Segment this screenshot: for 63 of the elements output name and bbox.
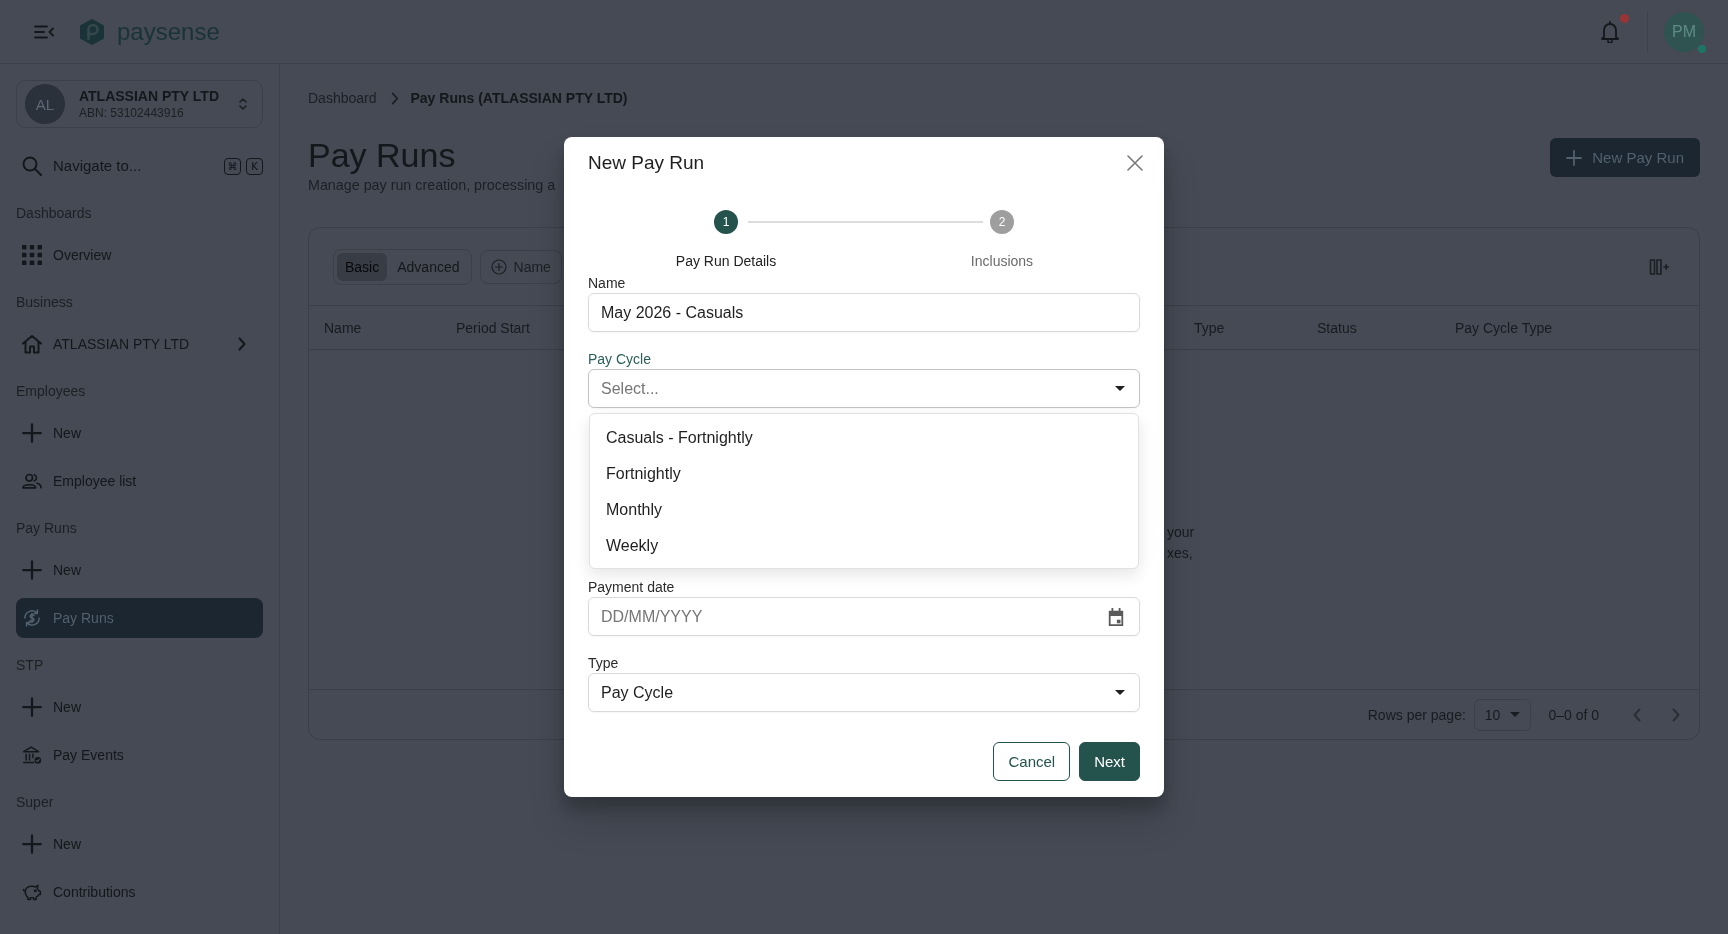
select-field[interactable]: Select... bbox=[588, 369, 1140, 408]
plus-icon bbox=[22, 560, 42, 580]
menu-option[interactable]: Monthly bbox=[590, 492, 1138, 528]
field-label: Payment date bbox=[588, 578, 676, 596]
nav-item[interactable]: Overview bbox=[16, 235, 263, 275]
nav-item[interactable]: Pay Runs bbox=[16, 598, 263, 638]
nav-item[interactable]: New bbox=[16, 550, 263, 590]
step-label: Inclusions bbox=[970, 252, 1034, 270]
nav-item[interactable]: Contributions bbox=[16, 872, 263, 912]
grid-icon bbox=[22, 245, 42, 265]
plus-circle-icon bbox=[490, 258, 507, 275]
date-field[interactable]: DD/MM/YYYY bbox=[588, 597, 1140, 636]
view-tab[interactable]: Basic bbox=[337, 252, 388, 281]
bank-icon bbox=[22, 745, 42, 765]
select-field[interactable]: Pay Cycle bbox=[588, 673, 1140, 712]
nav-item[interactable]: New bbox=[16, 824, 263, 864]
cancel-button[interactable]: Cancel bbox=[993, 742, 1071, 781]
unfold-icon bbox=[238, 96, 248, 112]
nav-item[interactable]: Employee list bbox=[16, 461, 263, 501]
nav-item[interactable]: ATLASSIAN PTY LTD bbox=[16, 324, 263, 364]
nav-item[interactable]: New bbox=[16, 413, 263, 453]
piggy-bank-icon bbox=[22, 882, 42, 902]
menu-option[interactable]: Casuals - Fortnightly bbox=[590, 420, 1138, 456]
company-name: ATLASSIAN PTY LTD bbox=[79, 87, 220, 105]
new-pay-run-button[interactable]: New Pay Run bbox=[1550, 138, 1700, 177]
step-number: 1 bbox=[714, 210, 738, 234]
next-button[interactable]: Next bbox=[1079, 742, 1140, 781]
search-icon bbox=[22, 156, 42, 176]
plus-icon bbox=[22, 834, 42, 854]
menu-collapse-icon[interactable] bbox=[34, 24, 54, 39]
nav-item[interactable]: Pay Events bbox=[16, 735, 263, 775]
caret-icon bbox=[1510, 712, 1521, 717]
company-avatar: AL bbox=[25, 84, 65, 124]
search-field[interactable]: Navigate to... bbox=[53, 148, 219, 184]
caret-icon bbox=[1115, 690, 1125, 695]
user-avatar[interactable]: PM bbox=[1664, 11, 1704, 52]
caret-icon bbox=[1115, 386, 1125, 391]
page-title: Pay Runs bbox=[308, 135, 457, 175]
step-number: 2 bbox=[990, 210, 1014, 234]
field-label: Pay Cycle bbox=[588, 350, 653, 368]
nav-item[interactable]: New bbox=[16, 687, 263, 727]
shortcut-key: ⌘ bbox=[224, 157, 241, 175]
dollar-cycle-icon bbox=[22, 608, 42, 628]
dialog-title: New Pay Run bbox=[588, 151, 705, 175]
chevron-right-icon bbox=[390, 91, 399, 105]
breadcrumb-current: Pay Runs (ATLASSIAN PTY LTD) bbox=[410, 90, 628, 106]
plus-icon bbox=[22, 423, 42, 443]
plus-icon bbox=[22, 697, 42, 717]
bell-icon[interactable] bbox=[1600, 20, 1620, 43]
view-tab[interactable]: Advanced bbox=[389, 252, 468, 281]
add-column-icon[interactable] bbox=[1649, 258, 1669, 275]
field-label: Type bbox=[588, 654, 620, 672]
menu-option[interactable]: Fortnightly bbox=[590, 456, 1138, 492]
plus-icon bbox=[1566, 149, 1583, 166]
logo-icon bbox=[79, 17, 105, 46]
people-icon bbox=[22, 471, 42, 491]
close-icon[interactable] bbox=[1127, 155, 1143, 171]
calendar-icon[interactable] bbox=[1107, 606, 1125, 627]
field-label: Name bbox=[588, 274, 627, 292]
home-icon bbox=[22, 334, 42, 354]
input-field[interactable]: May 2026 - Casuals bbox=[588, 293, 1140, 332]
menu-option[interactable]: Weekly bbox=[590, 528, 1138, 564]
step-label: Pay Run Details bbox=[675, 252, 777, 270]
